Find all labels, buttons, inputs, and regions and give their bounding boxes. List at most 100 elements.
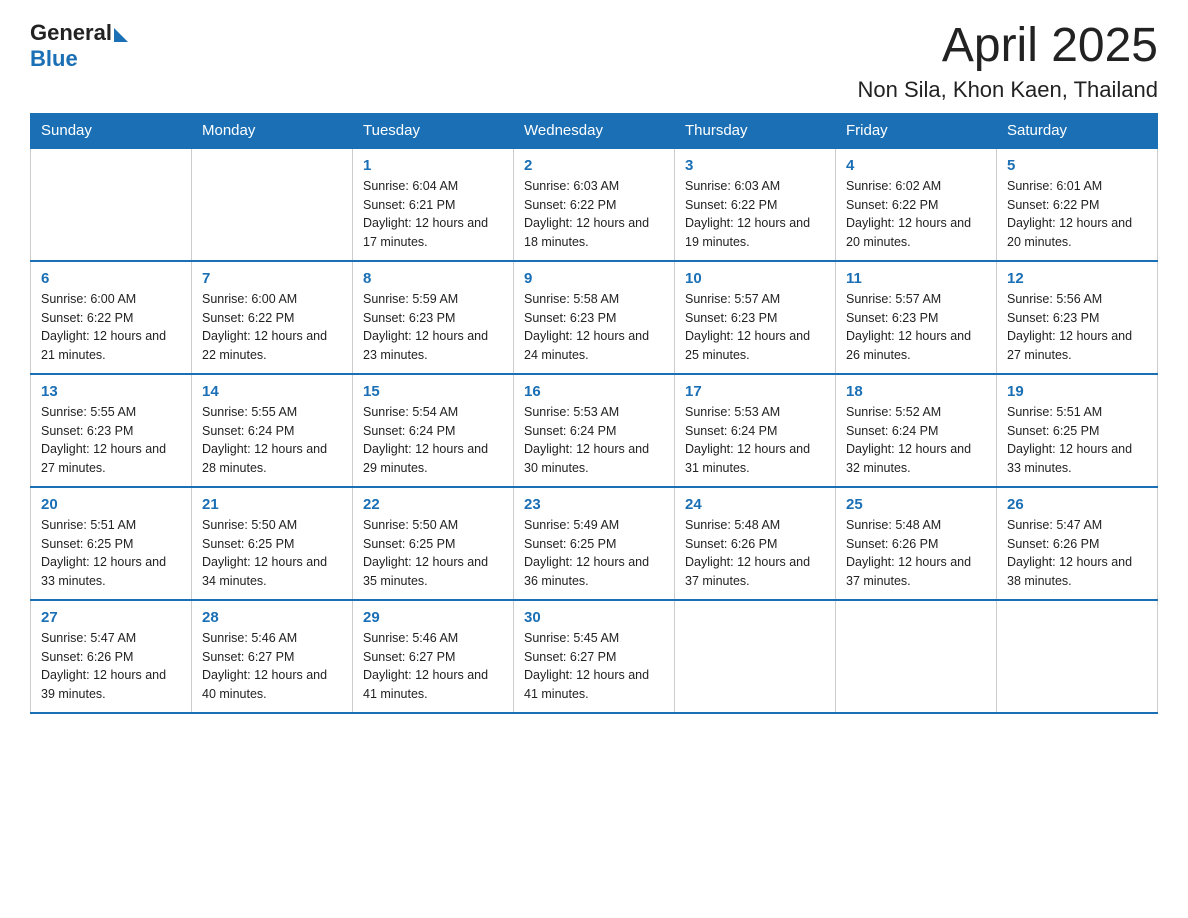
day-info: Sunrise: 5:50 AM Sunset: 6:25 PM Dayligh… [202,516,342,591]
day-info: Sunrise: 5:51 AM Sunset: 6:25 PM Dayligh… [1007,403,1147,478]
calendar-cell: 15Sunrise: 5:54 AM Sunset: 6:24 PM Dayli… [353,374,514,487]
day-number: 7 [202,270,342,287]
calendar-cell [997,600,1158,713]
calendar-cell: 27Sunrise: 5:47 AM Sunset: 6:26 PM Dayli… [31,600,192,713]
month-title: April 2025 [858,20,1158,73]
header-sunday: Sunday [31,113,192,148]
day-info: Sunrise: 5:47 AM Sunset: 6:26 PM Dayligh… [1007,516,1147,591]
calendar-cell: 20 Sunrise: 5:51 AM Sunset: 6:25 PM Dayli… [31,487,192,600]
day-number: 25 [846,496,986,513]
day-number: 16 [524,383,664,400]
day-number: 9 [524,270,664,287]
header-tuesday: Tuesday [353,113,514,148]
calendar-cell: 29Sunrise: 5:46 AM Sunset: 6:27 PM Dayli… [353,600,514,713]
day-info: Sunrise: 5:45 AM Sunset: 6:27 PM Dayligh… [524,629,664,704]
location-title: Non Sila, Khon Kaen, Thailand [858,77,1158,103]
calendar-cell: 17 Sunrise: 5:53 AM Sunset: 6:24 PM Dayli… [675,374,836,487]
calendar-cell: 26 Sunrise: 5:47 AM Sunset: 6:26 PM Dayli… [997,487,1158,600]
day-info: Sunrise: 5:47 AM Sunset: 6:26 PM Dayligh… [41,629,181,704]
day-info: Sunrise: 5:49 AM Sunset: 6:25 PM Dayligh… [524,516,664,591]
day-info: Sunrise: 5:54 AM Sunset: 6:24 PM Dayligh… [363,403,503,478]
day-number: 14 [202,383,342,400]
day-number: 28 [202,609,342,626]
day-number: 13 [41,383,181,400]
calendar-cell: 8 Sunrise: 5:59 AM Sunset: 6:23 PM Daylig… [353,261,514,374]
day-number: 4 [846,157,986,174]
day-number: 18 [846,383,986,400]
day-info: Sunrise: 5:53 AM Sunset: 6:24 PM Dayligh… [524,403,664,478]
calendar-cell: 18 Sunrise: 5:52 AM Sunset: 6:24 PM Dayli… [836,374,997,487]
header-monday: Monday [192,113,353,148]
calendar-cell [192,148,353,261]
day-number: 1 [363,157,503,174]
day-info: Sunrise: 5:57 AM Sunset: 6:23 PM Dayligh… [846,290,986,365]
day-number: 24 [685,496,825,513]
week-row-5: 27Sunrise: 5:47 AM Sunset: 6:26 PM Dayli… [31,600,1158,713]
day-info: Sunrise: 6:00 AM Sunset: 6:22 PM Dayligh… [41,290,181,365]
calendar-cell: 23Sunrise: 5:49 AM Sunset: 6:25 PM Dayli… [514,487,675,600]
calendar-cell: 28 Sunrise: 5:46 AM Sunset: 6:27 PM Dayli… [192,600,353,713]
logo: General Blue [30,20,128,72]
day-number: 17 [685,383,825,400]
calendar-table: Sunday Monday Tuesday Wednesday Thursday… [30,113,1158,714]
calendar-cell: 2 Sunrise: 6:03 AM Sunset: 6:22 PM Daylig… [514,148,675,261]
day-info: Sunrise: 5:51 AM Sunset: 6:25 PM Dayligh… [41,516,181,591]
day-number: 12 [1007,270,1147,287]
day-info: Sunrise: 5:48 AM Sunset: 6:26 PM Dayligh… [685,516,825,591]
day-info: Sunrise: 5:50 AM Sunset: 6:25 PM Dayligh… [363,516,503,591]
day-info: Sunrise: 6:03 AM Sunset: 6:22 PM Dayligh… [685,177,825,252]
header-friday: Friday [836,113,997,148]
logo-text-blue: Blue [30,46,78,72]
day-number: 11 [846,270,986,287]
day-number: 22 [363,496,503,513]
calendar-cell: 22 Sunrise: 5:50 AM Sunset: 6:25 PM Dayli… [353,487,514,600]
calendar-cell [675,600,836,713]
day-number: 26 [1007,496,1147,513]
calendar-cell [31,148,192,261]
day-info: Sunrise: 5:58 AM Sunset: 6:23 PM Dayligh… [524,290,664,365]
day-info: Sunrise: 5:59 AM Sunset: 6:23 PM Dayligh… [363,290,503,365]
weekday-header-row: Sunday Monday Tuesday Wednesday Thursday… [31,113,1158,148]
calendar-cell: 4 Sunrise: 6:02 AM Sunset: 6:22 PM Daylig… [836,148,997,261]
calendar-cell: 16 Sunrise: 5:53 AM Sunset: 6:24 PM Dayli… [514,374,675,487]
week-row-2: 6Sunrise: 6:00 AM Sunset: 6:22 PM Daylig… [31,261,1158,374]
calendar-cell: 13 Sunrise: 5:55 AM Sunset: 6:23 PM Dayli… [31,374,192,487]
day-info: Sunrise: 6:04 AM Sunset: 6:21 PM Dayligh… [363,177,503,252]
day-number: 30 [524,609,664,626]
logo-text-general: General [30,20,112,46]
calendar-cell: 12 Sunrise: 5:56 AM Sunset: 6:23 PM Dayli… [997,261,1158,374]
calendar-cell: 19 Sunrise: 5:51 AM Sunset: 6:25 PM Dayli… [997,374,1158,487]
day-info: Sunrise: 6:00 AM Sunset: 6:22 PM Dayligh… [202,290,342,365]
header-saturday: Saturday [997,113,1158,148]
logo-triangle-icon [114,28,128,42]
calendar-cell [836,600,997,713]
day-info: Sunrise: 5:53 AM Sunset: 6:24 PM Dayligh… [685,403,825,478]
calendar-cell: 14 Sunrise: 5:55 AM Sunset: 6:24 PM Dayli… [192,374,353,487]
calendar-cell: 7 Sunrise: 6:00 AM Sunset: 6:22 PM Daylig… [192,261,353,374]
day-info: Sunrise: 5:55 AM Sunset: 6:23 PM Dayligh… [41,403,181,478]
calendar-cell: 11 Sunrise: 5:57 AM Sunset: 6:23 PM Dayli… [836,261,997,374]
calendar-cell: 3Sunrise: 6:03 AM Sunset: 6:22 PM Daylig… [675,148,836,261]
header-thursday: Thursday [675,113,836,148]
calendar-cell: 6Sunrise: 6:00 AM Sunset: 6:22 PM Daylig… [31,261,192,374]
day-number: 8 [363,270,503,287]
day-info: Sunrise: 6:03 AM Sunset: 6:22 PM Dayligh… [524,177,664,252]
day-info: Sunrise: 5:56 AM Sunset: 6:23 PM Dayligh… [1007,290,1147,365]
day-number: 10 [685,270,825,287]
calendar-cell: 25Sunrise: 5:48 AM Sunset: 6:26 PM Dayli… [836,487,997,600]
day-info: Sunrise: 6:01 AM Sunset: 6:22 PM Dayligh… [1007,177,1147,252]
calendar-cell: 30 Sunrise: 5:45 AM Sunset: 6:27 PM Dayli… [514,600,675,713]
calendar-cell: 10Sunrise: 5:57 AM Sunset: 6:23 PM Dayli… [675,261,836,374]
day-number: 2 [524,157,664,174]
day-number: 20 [41,496,181,513]
day-info: Sunrise: 5:46 AM Sunset: 6:27 PM Dayligh… [202,629,342,704]
week-row-4: 20 Sunrise: 5:51 AM Sunset: 6:25 PM Dayli… [31,487,1158,600]
calendar-cell: 24 Sunrise: 5:48 AM Sunset: 6:26 PM Dayli… [675,487,836,600]
calendar-cell: 5Sunrise: 6:01 AM Sunset: 6:22 PM Daylig… [997,148,1158,261]
day-info: Sunrise: 6:02 AM Sunset: 6:22 PM Dayligh… [846,177,986,252]
day-number: 29 [363,609,503,626]
day-number: 19 [1007,383,1147,400]
header-wednesday: Wednesday [514,113,675,148]
day-info: Sunrise: 5:52 AM Sunset: 6:24 PM Dayligh… [846,403,986,478]
day-info: Sunrise: 5:55 AM Sunset: 6:24 PM Dayligh… [202,403,342,478]
